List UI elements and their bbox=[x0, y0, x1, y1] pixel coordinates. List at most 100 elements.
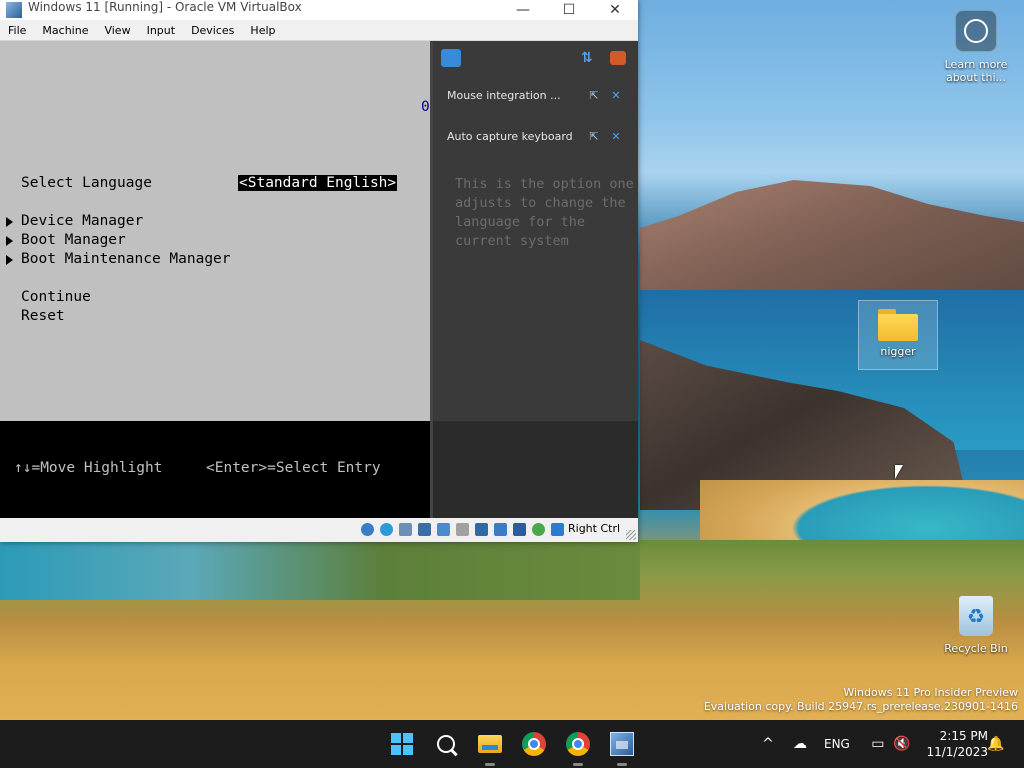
maximize-button[interactable]: ☐ bbox=[546, 0, 592, 20]
menu-file[interactable]: File bbox=[0, 24, 34, 37]
bios-reset[interactable]: Reset bbox=[21, 308, 65, 324]
menu-input[interactable]: Input bbox=[139, 24, 183, 37]
notification-mouse-integration[interactable]: Mouse integration ... ⇱ ✕ bbox=[447, 85, 632, 105]
folder-label: nigger bbox=[880, 345, 916, 358]
volume-muted-icon[interactable]: 🔇 bbox=[893, 736, 910, 752]
cpu-icon[interactable] bbox=[532, 523, 545, 536]
shared-folders-icon[interactable] bbox=[456, 523, 469, 536]
display-icon[interactable] bbox=[475, 523, 488, 536]
virtualbox-app-icon bbox=[6, 2, 22, 18]
windows-logo-icon bbox=[391, 733, 413, 755]
clock-date: 11/1/2023 bbox=[926, 745, 988, 759]
hint-select-entry: <Enter>=Select Entry bbox=[206, 460, 381, 476]
hard-disk-icon[interactable] bbox=[361, 523, 374, 536]
bios-stray-char: 0 bbox=[421, 99, 430, 115]
input-language[interactable]: ENG bbox=[824, 737, 850, 751]
taskbar: ^ ☁ ENG ▭ 🔇 2:15 PM 11/1/2023 🔔 bbox=[0, 720, 1024, 768]
hint-move-highlight: ↑↓=Move Highlight bbox=[14, 460, 163, 476]
virtualbox-window: Windows 11 [Running] - Oracle VM Virtual… bbox=[0, 0, 638, 542]
submenu-arrow-icon bbox=[6, 217, 13, 227]
resize-grip-icon[interactable] bbox=[626, 530, 636, 540]
evaluation-watermark: Windows 11 Pro Insider Preview Evaluatio… bbox=[704, 686, 1018, 714]
notification-center: ⇅ Mouse integration ... ⇱ ✕ Auto capture… bbox=[430, 41, 638, 518]
language-value[interactable]: <Standard English> bbox=[238, 175, 398, 191]
chrome-button[interactable] bbox=[518, 728, 550, 760]
bios-help-text: This is the option one adjusts to change… bbox=[455, 176, 634, 249]
bios-item-boot-manager[interactable]: Boot Manager bbox=[21, 232, 126, 248]
running-indicator bbox=[573, 763, 583, 766]
chrome-icon bbox=[566, 732, 590, 756]
wallpaper-shore bbox=[0, 540, 640, 600]
recycle-bin-icon bbox=[959, 596, 993, 636]
notification-center-icon[interactable] bbox=[441, 49, 461, 67]
menu-view[interactable]: View bbox=[96, 24, 138, 37]
desktop-icon-folder[interactable]: nigger bbox=[858, 300, 938, 370]
bios-item-boot-maintenance-manager[interactable]: Boot Maintenance Manager bbox=[21, 251, 231, 267]
notification-pin-icon[interactable]: ⇱ bbox=[587, 129, 601, 143]
bios-hint-bar: ↑↓=Move Highlight <Enter>=Select Entry bbox=[0, 421, 430, 518]
search-button[interactable] bbox=[430, 728, 462, 760]
mouse-cursor-icon bbox=[895, 465, 903, 479]
minimize-button[interactable]: — bbox=[500, 0, 546, 20]
virtualbox-taskbar-button[interactable] bbox=[606, 728, 638, 766]
learn-more-label: Learn more about thi... bbox=[944, 58, 1008, 84]
chrome-icon bbox=[522, 732, 546, 756]
notification-panel-lower bbox=[433, 421, 638, 518]
running-indicator bbox=[617, 763, 627, 766]
file-explorer-icon bbox=[478, 735, 502, 753]
show-hidden-icons-chevron-icon[interactable]: ^ bbox=[760, 736, 776, 752]
desktop-icon-learn-more[interactable]: Learn more about thi... bbox=[940, 10, 1012, 84]
vm-guest-screen[interactable]: Select Language <Standard English> Devic… bbox=[0, 41, 430, 421]
start-button[interactable] bbox=[386, 728, 418, 760]
file-explorer-button[interactable] bbox=[474, 728, 506, 766]
menu-bar: File Machine View Input Devices Help bbox=[0, 20, 638, 41]
notification-text: Auto capture keyboard ... bbox=[447, 129, 577, 143]
clock-time: 2:15 PM bbox=[939, 729, 988, 743]
recycle-bin-label: Recycle Bin bbox=[944, 642, 1008, 655]
host-key-label[interactable]: Right Ctrl bbox=[568, 522, 620, 535]
menu-machine[interactable]: Machine bbox=[34, 24, 96, 37]
running-indicator bbox=[485, 763, 495, 766]
watermark-line-2: Evaluation copy. Build 25947.rs_prerelea… bbox=[703, 700, 1018, 713]
bios-item-device-manager[interactable]: Device Manager bbox=[21, 213, 143, 229]
notification-close-icon[interactable]: ✕ bbox=[609, 129, 623, 143]
notification-auto-capture-keyboard[interactable]: Auto capture keyboard ... ⇱ ✕ bbox=[447, 126, 632, 146]
bios-continue[interactable]: Continue bbox=[21, 289, 91, 305]
keyboard-capture-icon[interactable] bbox=[551, 523, 564, 536]
bios-select-language-value[interactable]: <Standard English> bbox=[238, 175, 398, 191]
notification-bell-icon[interactable]: 🔔 bbox=[987, 736, 1004, 752]
notification-text: Mouse integration ... bbox=[447, 88, 561, 102]
window-title: Windows 11 [Running] - Oracle VM Virtual… bbox=[28, 0, 302, 14]
submenu-arrow-icon bbox=[6, 236, 13, 246]
clear-notifications-icon[interactable] bbox=[610, 51, 626, 65]
watermark-line-1: Windows 11 Pro Insider Preview bbox=[843, 686, 1018, 699]
wallpaper-mountain bbox=[640, 180, 1024, 300]
onedrive-icon[interactable]: ☁ bbox=[792, 736, 808, 752]
audio-icon[interactable] bbox=[399, 523, 412, 536]
close-button[interactable]: ✕ bbox=[592, 0, 638, 20]
notification-area: ⇅ Mouse integration ... ⇱ ✕ Auto capture… bbox=[433, 41, 638, 421]
menu-devices[interactable]: Devices bbox=[183, 24, 242, 37]
search-icon bbox=[437, 735, 455, 753]
submenu-arrow-icon bbox=[6, 255, 13, 265]
usb-icon[interactable] bbox=[437, 523, 450, 536]
learn-more-icon bbox=[955, 10, 997, 52]
virtualbox-icon bbox=[610, 732, 634, 756]
system-tray: ^ ☁ ENG ▭ 🔇 bbox=[760, 720, 910, 768]
menu-help[interactable]: Help bbox=[242, 24, 283, 37]
clock[interactable]: 2:15 PM 11/1/2023 bbox=[918, 728, 988, 760]
desktop-icon-recycle-bin[interactable]: Recycle Bin bbox=[940, 596, 1012, 655]
optical-drive-icon[interactable] bbox=[380, 523, 393, 536]
chrome-profile-button[interactable] bbox=[562, 728, 594, 766]
folder-icon bbox=[878, 309, 918, 341]
recording-icon[interactable] bbox=[494, 523, 507, 536]
vm-status-bar: Right Ctrl bbox=[0, 518, 638, 542]
title-bar[interactable]: Windows 11 [Running] - Oracle VM Virtual… bbox=[0, 0, 638, 20]
network-tray-icon[interactable]: ▭ bbox=[870, 736, 886, 752]
vrde-icon[interactable] bbox=[513, 523, 526, 536]
network-icon[interactable] bbox=[418, 523, 431, 536]
bios-select-language-label[interactable]: Select Language bbox=[21, 175, 152, 191]
sort-notifications-icon[interactable]: ⇅ bbox=[581, 50, 597, 66]
notification-close-icon[interactable]: ✕ bbox=[609, 88, 623, 102]
notification-pin-icon[interactable]: ⇱ bbox=[587, 88, 601, 102]
